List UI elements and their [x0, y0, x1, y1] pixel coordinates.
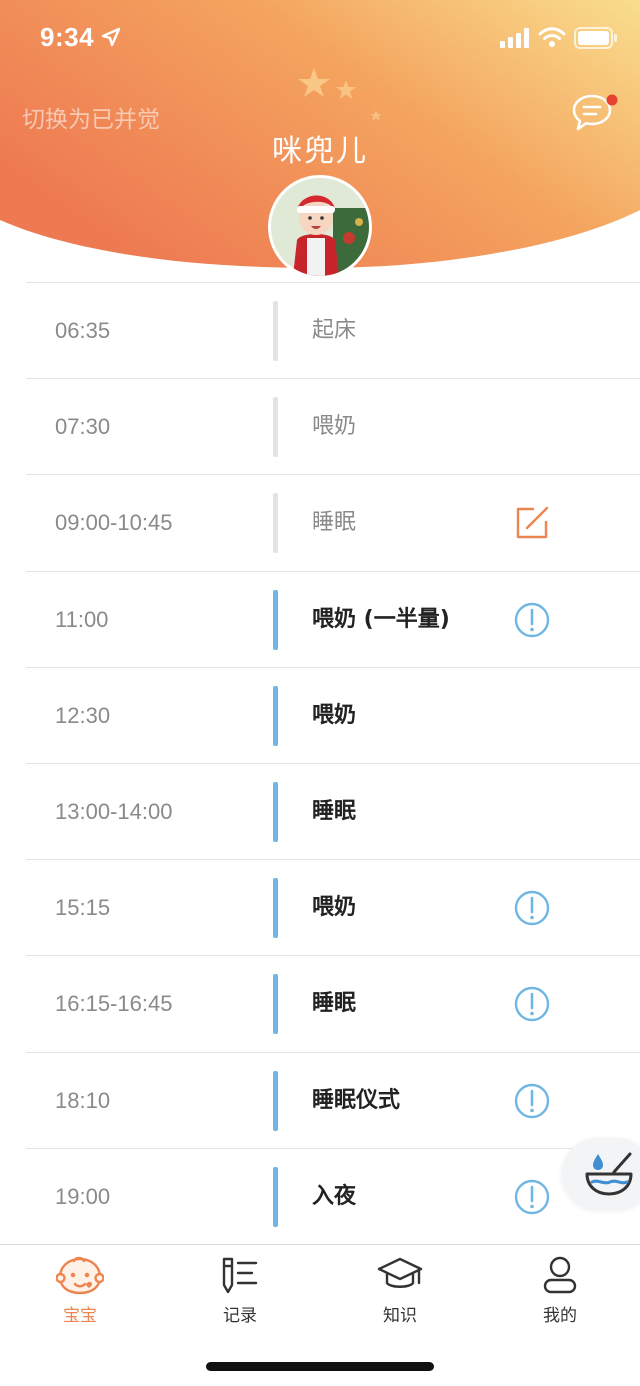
schedule-row[interactable]: 13:00-14:00 睡眠 — [26, 762, 640, 859]
info-icon[interactable] — [514, 890, 550, 926]
schedule-row[interactable]: 15:15 喂奶 — [26, 859, 640, 955]
home-indicator — [206, 1362, 434, 1371]
baby-photo — [271, 178, 369, 276]
status-bar-marker — [273, 493, 278, 554]
schedule-time: 07:30 — [55, 414, 111, 440]
info-icon[interactable] — [514, 1083, 550, 1119]
edit-icon[interactable] — [514, 505, 550, 541]
status-bar-marker — [273, 878, 278, 939]
schedule-time: 13:00-14:00 — [55, 798, 173, 824]
baby-name: 咪兜儿 — [272, 134, 368, 169]
graduation-cap-icon — [377, 1257, 423, 1288]
status-time: 9:34 — [40, 22, 95, 52]
status-bar-marker — [273, 1166, 278, 1227]
tab-baby[interactable]: 宝宝 — [20, 1255, 140, 1335]
info-icon[interactable] — [514, 1179, 550, 1215]
schedule-activity: 睡眠 — [312, 510, 357, 536]
schedule-activity: 睡眠仪式 — [312, 1087, 401, 1113]
record-list-icon — [222, 1257, 258, 1294]
tab-knowledge[interactable]: 知识 — [340, 1255, 460, 1335]
cellular-signal-icon — [500, 28, 529, 48]
bowl-drop-icon — [585, 1152, 633, 1196]
schedule-activity: 喂奶 — [312, 895, 357, 921]
schedule-row[interactable]: 11:00 喂奶 (一半量) — [26, 570, 640, 667]
status-bar-marker — [273, 685, 278, 746]
status-bar-marker — [273, 1070, 278, 1131]
schedule-activity: 喂奶 — [312, 414, 357, 440]
schedule-activity: 喂奶 (一半量) — [312, 606, 450, 632]
schedule-activity: 睡眠 — [312, 798, 357, 824]
tab-record[interactable]: 记录 — [180, 1255, 300, 1335]
schedule-row[interactable]: 19:00 入夜 — [26, 1147, 640, 1244]
schedule-row[interactable]: 16:15-16:45 睡眠 — [26, 955, 640, 1051]
status-bar-marker — [273, 589, 278, 650]
schedule-time: 12:30 — [55, 702, 111, 728]
baby-avatar[interactable] — [268, 175, 372, 279]
schedule-activity: 入夜 — [312, 1183, 357, 1209]
schedule-time: 19:00 — [55, 1183, 111, 1209]
baby-face-icon — [56, 1256, 104, 1295]
info-icon[interactable] — [514, 602, 550, 638]
wifi-icon — [538, 27, 566, 47]
schedule-row[interactable]: 18:10 睡眠仪式 — [26, 1051, 640, 1148]
tab-label: 我的 — [543, 1306, 577, 1326]
schedule-row[interactable]: 07:30 喂奶 — [26, 378, 640, 474]
location-arrow-icon — [101, 27, 121, 47]
schedule-time: 16:15-16:45 — [55, 991, 173, 1017]
schedule-time: 15:15 — [55, 895, 111, 921]
feeding-bowl-button[interactable] — [562, 1138, 640, 1210]
schedule-activity: 喂奶 — [312, 702, 357, 728]
schedule-row[interactable]: 12:30 喂奶 — [26, 666, 640, 763]
info-icon[interactable] — [514, 986, 550, 1022]
schedule-activity: 睡眠 — [312, 991, 357, 1017]
schedule-row[interactable]: 06:35 起床 — [26, 282, 640, 378]
stars-decoration — [298, 68, 382, 121]
schedule-list: 06:35 起床 07:30 喂奶 09:00-10:45 睡眠 11:00 喂奶 (一半量)… — [26, 282, 640, 1244]
person-icon — [543, 1256, 577, 1294]
tab-label: 记录 — [223, 1306, 257, 1326]
tab-label: 宝宝 — [63, 1306, 97, 1326]
battery-icon — [574, 27, 617, 49]
schedule-time: 18:10 — [55, 1087, 111, 1113]
schedule-time: 06:35 — [55, 318, 111, 343]
tab-mine[interactable]: 我的 — [500, 1255, 620, 1335]
schedule-time: 09:00-10:45 — [55, 510, 173, 536]
schedule-time: 11:00 — [55, 606, 109, 632]
status-bar-marker — [273, 301, 278, 361]
status-bar-marker — [273, 781, 278, 842]
header: 9:34 切换为已并觉 咪兜儿 — [0, 0, 640, 290]
tab-label: 知识 — [383, 1306, 417, 1326]
schedule-row[interactable]: 09:00-10:45 睡眠 — [26, 474, 640, 570]
status-bar-marker — [273, 974, 278, 1035]
status-bar-marker — [273, 397, 278, 458]
schedule-activity: 起床 — [312, 318, 357, 343]
